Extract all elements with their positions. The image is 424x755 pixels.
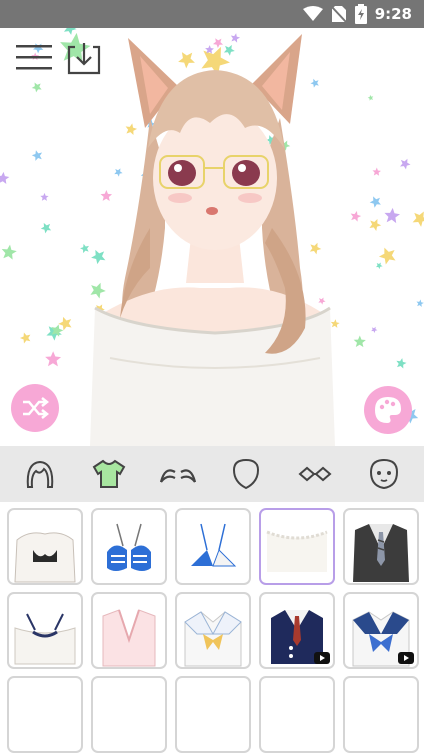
- clothing-item-item-11[interactable]: [7, 676, 83, 753]
- palette-button[interactable]: [364, 386, 412, 434]
- clothing-thumbnail: [191, 523, 237, 567]
- tab-clothes[interactable]: [82, 452, 136, 496]
- no-sim-icon: [330, 5, 347, 23]
- eyebrows-icon: [159, 469, 196, 483]
- clothing-item-navy-vest-red-tie[interactable]: [259, 592, 335, 669]
- character-canvas: [0, 28, 424, 446]
- clothing-item-item-14[interactable]: [259, 676, 335, 753]
- battery-charging-icon: [354, 4, 367, 24]
- clothing-item-white-offshoulder-navy[interactable]: [7, 592, 83, 669]
- clothing-thumbnail: [93, 678, 165, 751]
- avatar-maker-screen: 9:28: [0, 0, 424, 755]
- clothing-thumbnail: [9, 678, 81, 751]
- download-icon: [67, 43, 101, 75]
- video-ad-icon: [314, 652, 330, 664]
- character-illustration: [90, 34, 335, 446]
- clothing-item-sailor-blue-bow[interactable]: [343, 592, 419, 669]
- save-button[interactable]: [64, 38, 104, 78]
- shuffle-button[interactable]: [11, 384, 59, 432]
- clothing-item-item-12[interactable]: [91, 676, 167, 753]
- clothing-thumbnail: [177, 678, 249, 751]
- menu-button[interactable]: [14, 38, 54, 78]
- clothing-items-grid: [7, 508, 419, 753]
- clothing-item-pink-robe[interactable]: [91, 592, 167, 669]
- clothing-item-item-15[interactable]: [343, 676, 419, 753]
- tab-hair[interactable]: [13, 452, 67, 496]
- hamburger-menu-icon: [16, 45, 52, 70]
- hair-icon: [27, 460, 54, 488]
- clothing-thumbnail: [14, 613, 76, 665]
- category-tab-bar: [0, 446, 424, 502]
- clothing-item-blue-white-bikini[interactable]: [175, 508, 251, 585]
- clothing-thumbnail: [261, 678, 333, 751]
- status-bar: 9:28: [0, 0, 424, 28]
- clothing-thumbnail: [345, 678, 417, 751]
- clothing-item-white-ruffle-top[interactable]: [259, 508, 335, 585]
- clothing-thumbnail: [102, 609, 156, 667]
- glasses-icon: [298, 466, 332, 482]
- face-expression-icon: [369, 458, 398, 490]
- clothing-item-blue-striped-bikini[interactable]: [91, 508, 167, 585]
- palette-icon: [375, 397, 401, 423]
- clothing-thumbnail: [266, 530, 328, 572]
- clothing-item-gray-vest-striped-tie[interactable]: [343, 508, 419, 585]
- face-shape-icon: [233, 458, 260, 490]
- clothing-thumbnail: [107, 523, 151, 571]
- shirt-icon: [92, 459, 126, 488]
- status-time: 9:28: [374, 5, 412, 23]
- clothing-thumbnail: [14, 532, 76, 583]
- clothing-item-open-shirt-black-bra[interactable]: [7, 508, 83, 585]
- video-ad-icon: [398, 652, 414, 664]
- clothing-item-sailor-yellow-bow[interactable]: [175, 592, 251, 669]
- tab-glasses[interactable]: [288, 452, 342, 496]
- clothing-item-item-13[interactable]: [175, 676, 251, 753]
- clothing-thumbnail: [353, 524, 409, 582]
- shuffle-icon: [23, 397, 49, 419]
- tab-expression[interactable]: [357, 452, 411, 496]
- tab-face[interactable]: [219, 452, 273, 496]
- clothing-thumbnail: [184, 611, 242, 667]
- tab-eyebrows[interactable]: [151, 452, 205, 496]
- wifi-icon: [302, 6, 323, 22]
